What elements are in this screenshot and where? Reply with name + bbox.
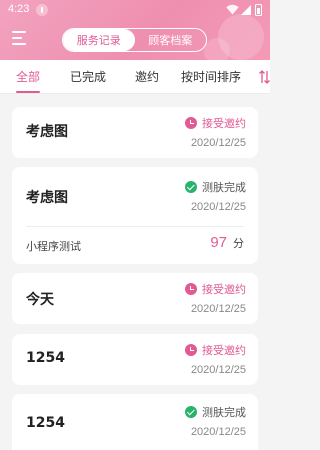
record-title: 1254 xyxy=(26,350,65,366)
record-status-label: 测肤完成 xyxy=(202,181,246,194)
record-card[interactable]: 1254 测肤完成 2020/12/25 xyxy=(12,394,258,450)
segment-service-records[interactable]: 服务记录 xyxy=(63,29,135,51)
record-status: 接受邀约 xyxy=(185,281,246,297)
record-status-label: 测肤完成 xyxy=(202,406,246,419)
test-name: 小程序测试 xyxy=(26,240,81,253)
signal-icon xyxy=(241,5,251,15)
score-unit: 分 xyxy=(233,237,244,250)
record-status-label: 接受邀约 xyxy=(202,344,246,357)
record-title: 1254 xyxy=(26,415,65,431)
active-tab-indicator xyxy=(16,91,40,93)
record-date: 2020/12/25 xyxy=(190,201,246,213)
clock-icon xyxy=(185,283,197,295)
check-circle-icon xyxy=(185,181,197,193)
tab-completed[interactable]: 已完成 xyxy=(70,68,106,85)
record-card[interactable]: 今天 接受邀约 2020/12/25 xyxy=(12,273,258,324)
record-title: 考虑图 xyxy=(26,190,68,206)
view-switcher: 服务记录 顾客档案 xyxy=(62,28,207,52)
record-date: 2020/12/25 xyxy=(190,364,246,376)
record-status: 接受邀约 xyxy=(185,115,246,131)
record-status-label: 接受邀约 xyxy=(202,283,246,296)
record-card[interactable]: 考虑图 测肤完成 2020/12/25 小程序测试 97 分 xyxy=(12,167,258,264)
status-bar: 4:23 xyxy=(0,0,270,20)
app-header: 4:23 服务记录 顾客档案 xyxy=(0,0,270,60)
record-date: 2020/12/25 xyxy=(190,303,246,315)
tab-sort-by-time[interactable]: 按时间排序 xyxy=(181,68,241,85)
header-decoration xyxy=(204,38,230,60)
record-status-label: 接受邀约 xyxy=(202,117,246,130)
record-status: 测肤完成 xyxy=(185,179,246,195)
menu-icon[interactable] xyxy=(12,31,28,45)
record-card[interactable]: 1254 接受邀约 2020/12/25 xyxy=(12,334,258,385)
record-status: 接受邀约 xyxy=(185,342,246,358)
alert-icon xyxy=(36,4,48,16)
record-card[interactable]: 考虑图 接受邀约 2020/12/25 xyxy=(12,107,258,158)
record-title: 今天 xyxy=(26,292,54,308)
record-title: 考虑图 xyxy=(26,124,68,140)
tab-all[interactable]: 全部 xyxy=(16,68,40,85)
segment-customer-files[interactable]: 顾客档案 xyxy=(135,29,207,51)
filter-tabs: 全部 已完成 邀约 按时间排序 xyxy=(0,60,270,94)
status-time: 4:23 xyxy=(8,3,30,15)
sort-icon[interactable] xyxy=(259,70,270,84)
tab-invitation[interactable]: 邀约 xyxy=(135,68,159,85)
record-status: 测肤完成 xyxy=(185,404,246,420)
clock-icon xyxy=(185,117,197,129)
score-value: 97 xyxy=(210,234,227,251)
battery-icon xyxy=(255,4,262,16)
clock-icon xyxy=(185,344,197,356)
check-circle-icon xyxy=(185,406,197,418)
test-score: 97 分 xyxy=(210,234,244,251)
record-date: 2020/12/25 xyxy=(190,137,246,149)
wifi-icon xyxy=(226,4,239,15)
record-date: 2020/12/25 xyxy=(190,426,246,438)
card-divider xyxy=(26,226,244,227)
